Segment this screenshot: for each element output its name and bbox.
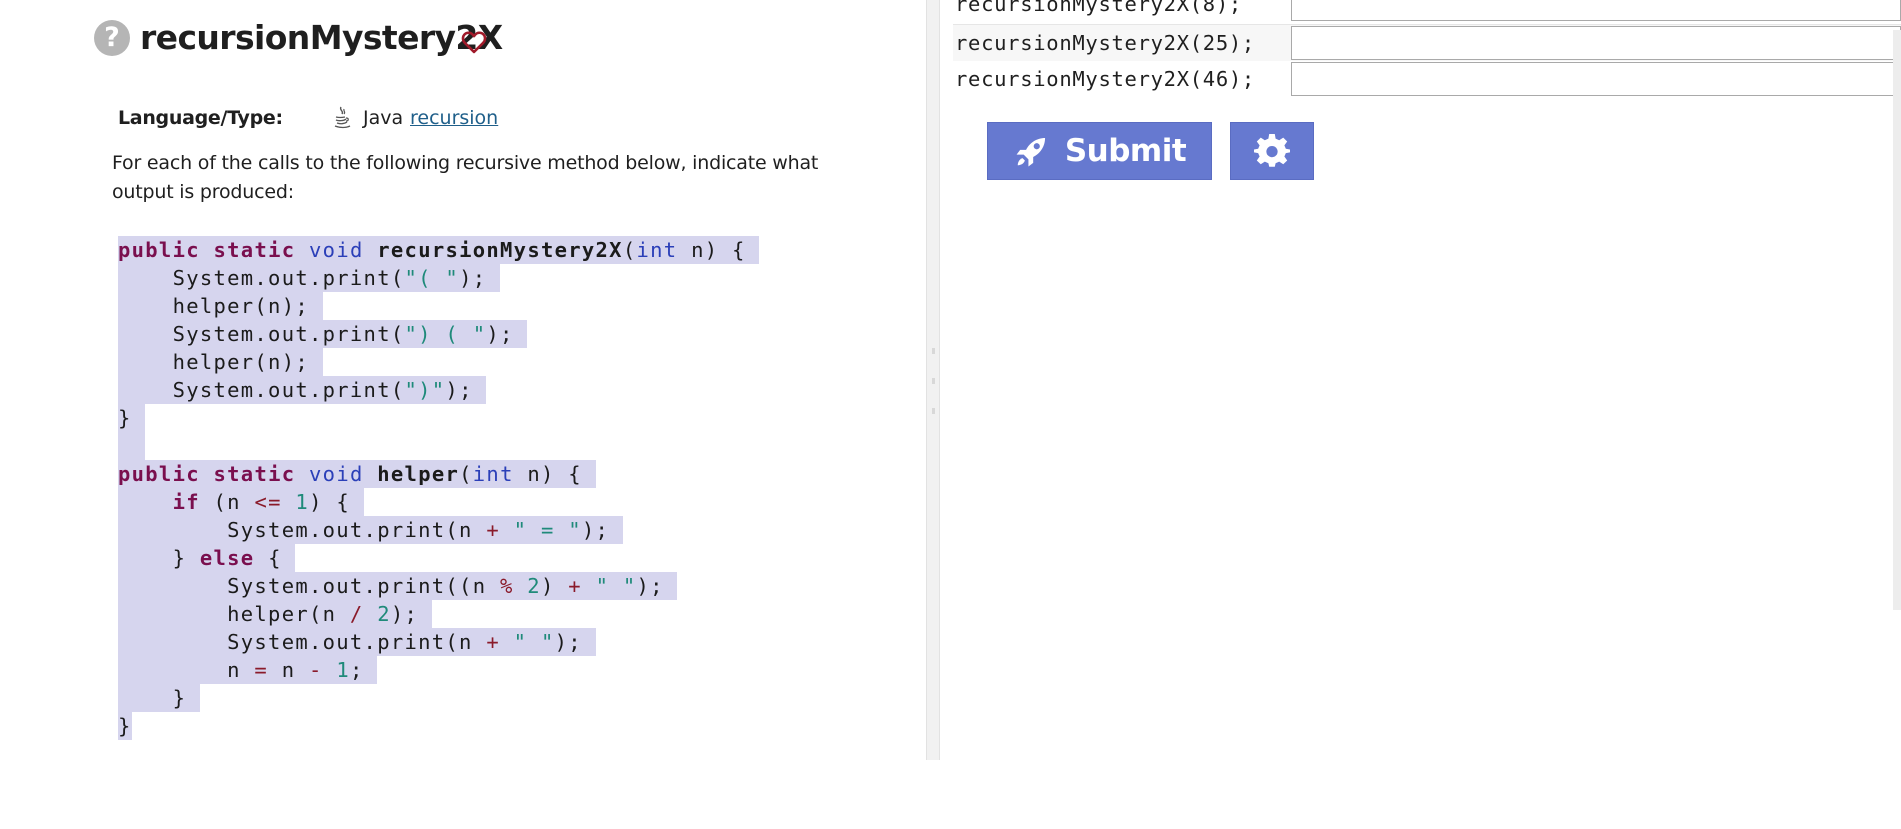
gear-icon: [1254, 134, 1290, 167]
code-line: helper(n / 2);: [118, 600, 759, 628]
settings-button[interactable]: [1230, 122, 1314, 180]
language-name: Java: [363, 107, 404, 129]
language-type-label: Language/Type:: [118, 107, 283, 129]
problem-pane: ? recursionMystery2X Language/Type: Java…: [0, 0, 926, 760]
code-line: if (n <= 1) {: [118, 488, 759, 516]
submit-button[interactable]: Submit: [987, 122, 1212, 180]
code-line: System.out.print(")");: [118, 376, 759, 404]
call-row: recursionMystery2X(25);: [953, 25, 1901, 61]
answer-pane: recursionMystery2X(8); recursionMystery2…: [940, 0, 1901, 760]
code-line: }: [118, 712, 132, 740]
code-line: n = n - 1;: [118, 656, 759, 684]
heart-icon[interactable]: [460, 28, 488, 56]
problem-title: recursionMystery2X: [140, 18, 503, 57]
call-label: recursionMystery2X(25);: [955, 31, 1255, 55]
code-line: System.out.print("( ");: [118, 264, 759, 292]
code-line: }: [118, 404, 759, 432]
problem-description: For each of the calls to the following r…: [112, 152, 819, 203]
code-line: helper(n);: [118, 292, 759, 320]
resize-grip: [932, 378, 935, 384]
code-line: public static void recursionMystery2X(in…: [118, 236, 760, 264]
code-line: }: [118, 684, 759, 712]
type-link-recursion[interactable]: recursion: [410, 107, 498, 129]
rocket-icon: [1016, 137, 1045, 167]
help-icon[interactable]: ?: [94, 20, 130, 56]
answer-input-46[interactable]: [1291, 62, 1901, 96]
call-label: recursionMystery2X(46);: [955, 67, 1255, 91]
resize-grip: [932, 348, 935, 354]
scrollbar[interactable]: [1893, 30, 1901, 610]
call-row: recursionMystery2X(8);: [953, 0, 1901, 22]
pane-resize-handle[interactable]: [926, 0, 940, 760]
code-line: public static void helper(int n) {: [118, 460, 759, 488]
submit-button-label: Submit: [1064, 133, 1187, 169]
code-line: System.out.print((n % 2) + " ");: [118, 572, 759, 600]
java-cup-icon: [334, 106, 351, 129]
code-line: helper(n);: [118, 348, 759, 376]
code-line: [118, 432, 759, 460]
code-line: System.out.print(n + " = ");: [118, 516, 759, 544]
answer-input-25[interactable]: [1291, 26, 1901, 60]
code-block: public static void recursionMystery2X(in…: [118, 236, 760, 740]
call-row: recursionMystery2X(46);: [953, 61, 1901, 97]
call-label: recursionMystery2X(8);: [955, 0, 1242, 16]
code-line: System.out.print(n + " ");: [118, 628, 759, 656]
answer-input-8[interactable]: [1291, 0, 1901, 21]
code-line: System.out.print(") ( ");: [118, 320, 759, 348]
resize-grip: [932, 408, 935, 414]
code-line: } else {: [118, 544, 759, 572]
